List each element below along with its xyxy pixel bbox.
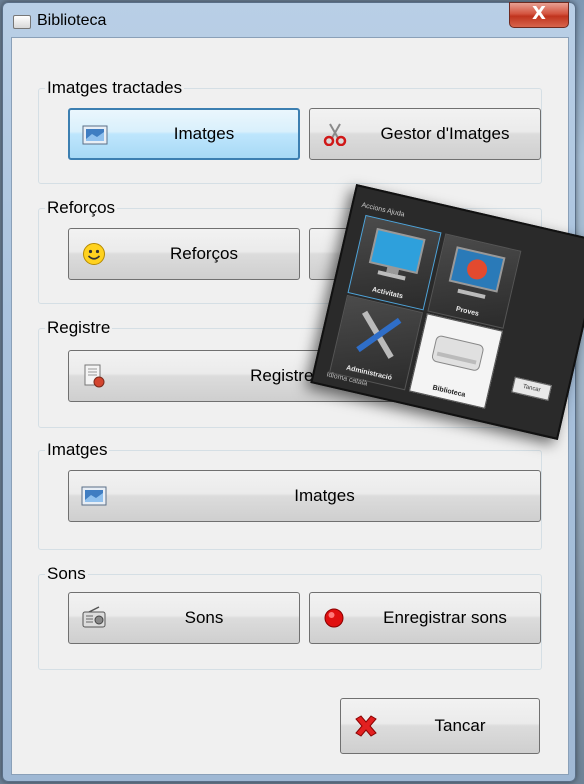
red-x-icon [355,715,377,737]
reinforcements-label: Reforços [169,244,239,263]
close-button[interactable]: X [509,2,569,28]
monitor-icon [368,227,426,281]
reinforcements-button[interactable]: Reforços [68,228,300,280]
treated-images-button[interactable]: Imatges [68,108,300,160]
record-sounds-label: Enregistrar sons [383,608,507,627]
sounds-label: Sons [184,608,224,627]
group-legend-reinforcements: Reforços [47,198,116,217]
group-legend-sounds: Sons [47,564,86,583]
treated-images-label: Imatges [173,124,235,143]
sounds-button[interactable]: Sons [68,592,300,644]
overlay-tile-tests: Proves [427,233,522,329]
overlay-cancel-button: Tancar [511,376,552,401]
images-button[interactable]: Imatges [68,470,541,522]
group-legend-images: Imatges [47,440,108,459]
record-dot-icon [324,608,344,628]
cancel-label: Tancar [434,716,486,735]
title-bar[interactable]: Biblioteca X [3,2,575,37]
scissors-icon [323,123,347,146]
group-legend-log: Registre [47,318,111,337]
radio-icon [82,606,106,628]
overlay-tile-library: Biblioteca [408,313,503,409]
image-manager-button[interactable]: Gestor d'Imatges [309,108,541,160]
image-icon [82,125,108,145]
overlay-tile-activities: Activitats [347,214,442,311]
window-title: Biblioteca [37,12,107,29]
smiley-icon [83,243,105,265]
tools-icon [356,310,402,359]
cancel-button[interactable]: Tancar [340,698,540,754]
group-legend-treated: Imatges tractades [47,78,183,97]
images-label: Imatges [294,486,355,505]
record-sounds-button[interactable]: Enregistrar sons [309,592,541,644]
monitor-chart-icon [448,246,506,299]
drive-icon [431,335,484,371]
image-manager-label: Gestor d'Imatges [380,124,510,143]
image-icon [81,486,107,506]
window-icon [13,15,31,29]
document-icon [84,364,105,388]
